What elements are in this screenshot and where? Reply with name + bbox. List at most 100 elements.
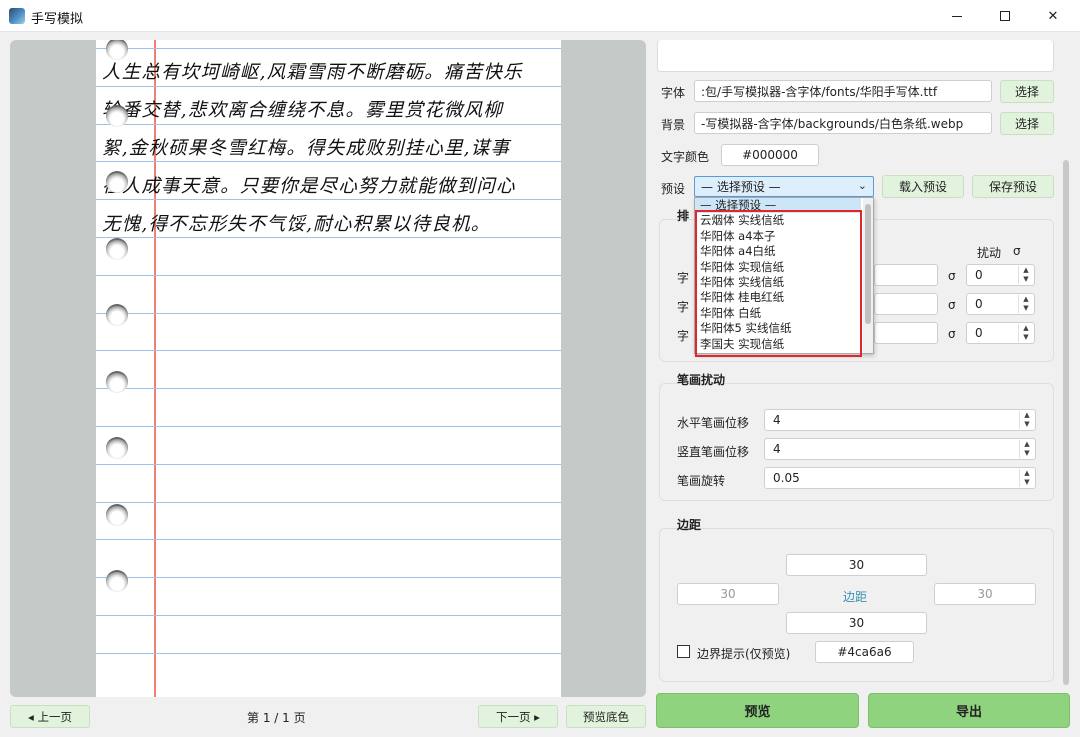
spinbox-arrows-icon[interactable]: ▲ ▼	[1019, 440, 1034, 458]
title-bar: 手写模拟 ✕	[0, 0, 1080, 32]
load-preset-button[interactable]: 载入预设	[882, 175, 964, 198]
disturb-header: 扰动	[977, 246, 1002, 260]
stroke-group-title: 笔画扰动	[677, 373, 726, 387]
text-color-label: 文字颜色	[661, 150, 710, 164]
layout-row-label: 字	[677, 329, 690, 343]
save-preset-button[interactable]: 保存预设	[972, 175, 1054, 198]
background-path-field[interactable]: -写模拟器-含字体/backgrounds/白色条纸.webp	[694, 112, 992, 134]
paper-rule-line	[96, 501, 561, 503]
spinbox-value: 0	[975, 297, 983, 311]
layout-field[interactable]	[874, 322, 938, 344]
paper-rule-line	[96, 426, 561, 427]
spinbox-arrows-icon[interactable]: ▲ ▼	[1019, 411, 1034, 429]
binding-hole	[106, 370, 128, 393]
layout-group-title: 排	[677, 209, 690, 223]
handwriting-line: 在人成事天意。只要你是尽心努力就能做到问心	[102, 176, 516, 197]
binding-hole	[106, 503, 128, 526]
boundary-hint-label: 边界提示(仅预览)	[697, 647, 791, 661]
paper-rule-line	[96, 199, 561, 201]
margin-right-field[interactable]: 30	[934, 583, 1036, 605]
layout-sigma-spinbox[interactable]: 0 ▲ ▼	[966, 293, 1035, 315]
margin-group-title: 边距	[677, 518, 702, 532]
layout-sigma-spinbox[interactable]: 0 ▲ ▼	[966, 322, 1035, 344]
background-label: 背景	[661, 118, 686, 132]
layout-field[interactable]	[874, 293, 938, 315]
spinbox-value: 4	[773, 442, 781, 456]
spinbox-arrows-icon[interactable]: ▲ ▼	[1018, 266, 1033, 284]
spinbox-value: 0	[975, 268, 983, 282]
layout-row-label: 字	[677, 300, 690, 314]
settings-scrollbar-thumb[interactable]	[1063, 160, 1069, 685]
spinbox-arrows-icon[interactable]: ▲ ▼	[1019, 469, 1034, 487]
paper-rule-line	[96, 85, 561, 87]
font-select-button[interactable]: 选择	[1000, 80, 1054, 103]
binding-hole	[106, 40, 128, 60]
font-label: 字体	[661, 86, 686, 100]
background-select-button[interactable]: 选择	[1000, 112, 1054, 135]
binding-hole	[106, 437, 128, 459]
horizontal-offset-spinbox[interactable]: 4 ▲ ▼	[764, 409, 1036, 431]
margin-left-field[interactable]: 30	[677, 583, 779, 605]
text-input-area[interactable]	[657, 40, 1054, 72]
binding-hole	[106, 304, 128, 326]
paper-sheet: 人生总有坎坷崎岖,风霜雪雨不断磨砺。痛苦快乐 轮番交替,悲欢离合缠绕不息。雾里赏…	[96, 40, 561, 697]
chevron-down-icon: ⌄	[857, 179, 867, 192]
handwriting-line: 轮番交替,悲欢离合缠绕不息。雾里赏花微风柳	[102, 100, 504, 121]
handwriting-line: 人生总有坎坷崎岖,风霜雪雨不断磨砺。痛苦快乐	[102, 62, 523, 83]
boundary-hint-checkbox[interactable]	[677, 645, 690, 658]
preview-canvas: 人生总有坎坷崎岖,风霜雪雨不断磨砺。痛苦快乐 轮番交替,悲欢离合缠绕不息。雾里赏…	[10, 40, 646, 697]
binding-hole	[106, 104, 128, 127]
margin-top-field[interactable]: 30	[786, 554, 927, 576]
minimize-icon[interactable]	[934, 0, 980, 32]
maximize-icon[interactable]	[982, 0, 1028, 32]
spinbox-value: 0	[975, 326, 983, 340]
preview-button[interactable]: 预览	[656, 693, 859, 728]
paper-rule-line	[96, 350, 561, 352]
preset-label: 预设	[661, 182, 686, 196]
boundary-hint-color-field[interactable]: #4ca6a6	[815, 641, 914, 663]
sigma-symbol: σ	[948, 269, 956, 283]
annotation-highlight-box	[695, 210, 862, 357]
app-icon	[9, 8, 25, 24]
window-title: 手写模拟	[31, 12, 84, 27]
preview-background-button[interactable]: 预览底色	[566, 705, 646, 728]
stroke-row-label: 水平笔画位移	[677, 416, 750, 430]
next-page-button[interactable]: 下一页 ▸	[478, 705, 558, 728]
preset-select[interactable]: — 选择预设 — ⌄	[694, 176, 874, 197]
spinbox-arrows-icon[interactable]: ▲ ▼	[1018, 295, 1033, 313]
sigma-symbol: σ	[948, 298, 956, 312]
vertical-offset-spinbox[interactable]: 4 ▲ ▼	[764, 438, 1036, 460]
text-color-field[interactable]: #000000	[721, 144, 819, 166]
sigma-header: σ	[1013, 244, 1021, 258]
layout-row-label: 字	[677, 271, 690, 285]
margin-center-label: 边距	[843, 590, 868, 604]
spinbox-arrows-icon[interactable]: ▲ ▼	[1018, 324, 1033, 342]
export-button[interactable]: 导出	[868, 693, 1070, 728]
handwriting-line: 无愧,得不忘形失不气馁,耐心积累以待良机。	[102, 214, 491, 235]
close-icon[interactable]: ✕	[1030, 0, 1076, 32]
stroke-rotation-spinbox[interactable]: 0.05 ▲ ▼	[764, 467, 1036, 489]
layout-field[interactable]	[874, 264, 938, 286]
binding-hole	[106, 570, 128, 592]
paper-rule-line	[96, 539, 561, 541]
paper-rule-line	[96, 652, 561, 654]
paper-rule-line	[96, 463, 561, 465]
paper-rule-line	[96, 577, 561, 579]
spinbox-value: 4	[773, 413, 781, 427]
paper-rule-line	[96, 123, 561, 125]
page-indicator: 第 1 / 1 页	[247, 711, 306, 725]
prev-page-button[interactable]: ◂ 上一页	[10, 705, 90, 728]
handwriting-line: 絮,金秋硕果冬雪红梅。得失成败别挂心里,谋事	[102, 138, 511, 159]
dropdown-scrollbar[interactable]	[863, 198, 873, 353]
paper-rule-line	[96, 274, 561, 276]
paper-rule-line	[96, 312, 561, 314]
font-path-field[interactable]: :包/手写模拟器-含字体/fonts/华阳手写体.ttf	[694, 80, 992, 102]
sigma-symbol: σ	[948, 327, 956, 341]
binding-hole	[106, 171, 128, 193]
stroke-row-label: 笔画旋转	[677, 474, 726, 488]
spinbox-value: 0.05	[773, 471, 800, 485]
layout-sigma-spinbox[interactable]: 0 ▲ ▼	[966, 264, 1035, 286]
paper-rule-line	[96, 388, 561, 390]
preset-select-value: — 选择预设 —	[701, 180, 781, 194]
margin-bottom-field[interactable]: 30	[786, 612, 927, 634]
